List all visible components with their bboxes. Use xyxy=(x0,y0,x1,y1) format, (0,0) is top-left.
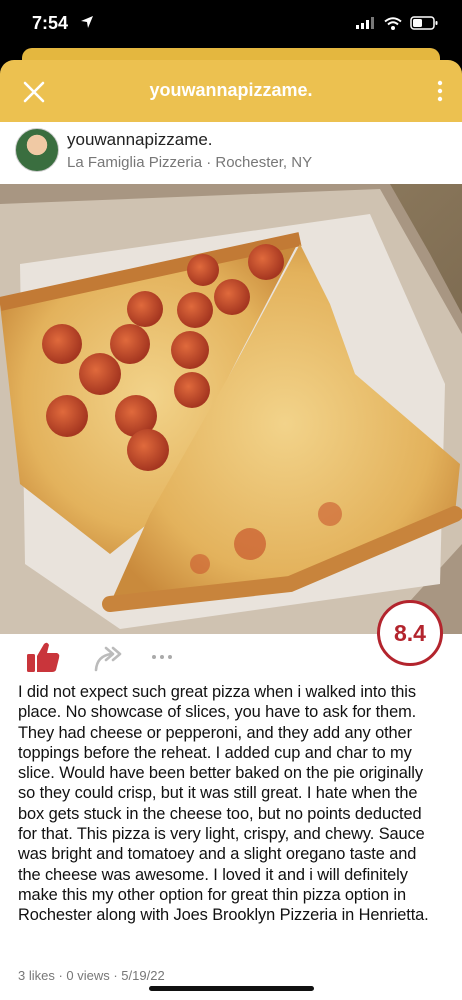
header-title: youwannapizzame. xyxy=(149,80,313,100)
review-text: I did not expect such great pizza when i… xyxy=(18,683,429,925)
wifi-icon xyxy=(384,16,402,30)
status-icons xyxy=(356,16,438,30)
status-time: 7:54 xyxy=(32,13,69,33)
author-location[interactable]: La Famiglia Pizzeria · Rochester, NY xyxy=(67,154,312,171)
rating-badge: 8.4 xyxy=(377,600,443,666)
avatar[interactable] xyxy=(15,128,59,172)
post-author[interactable]: youwannapizzame. La Famiglia Pizzeria · … xyxy=(0,122,462,184)
status-bar: 7:54 xyxy=(0,0,462,48)
post-meta: 3 likes · 0 views · 5/19/22 xyxy=(18,968,165,983)
pizza-photo xyxy=(0,184,462,634)
more-vertical-icon[interactable] xyxy=(436,80,444,104)
more-horizontal-icon[interactable] xyxy=(150,650,174,664)
home-indicator[interactable] xyxy=(149,986,314,991)
post-header: youwannapizzame. xyxy=(0,60,462,122)
battery-icon xyxy=(410,16,438,30)
share-arrow-icon[interactable] xyxy=(93,644,125,672)
thumbs-up-icon[interactable] xyxy=(25,640,61,674)
post-photo[interactable] xyxy=(0,184,462,634)
post-content: youwannapizzame. La Famiglia Pizzeria · … xyxy=(0,122,462,1000)
location-arrow-icon xyxy=(81,16,93,28)
post-actions xyxy=(0,640,300,680)
signal-icon xyxy=(356,17,374,29)
author-username[interactable]: youwannapizzame. xyxy=(67,130,213,150)
